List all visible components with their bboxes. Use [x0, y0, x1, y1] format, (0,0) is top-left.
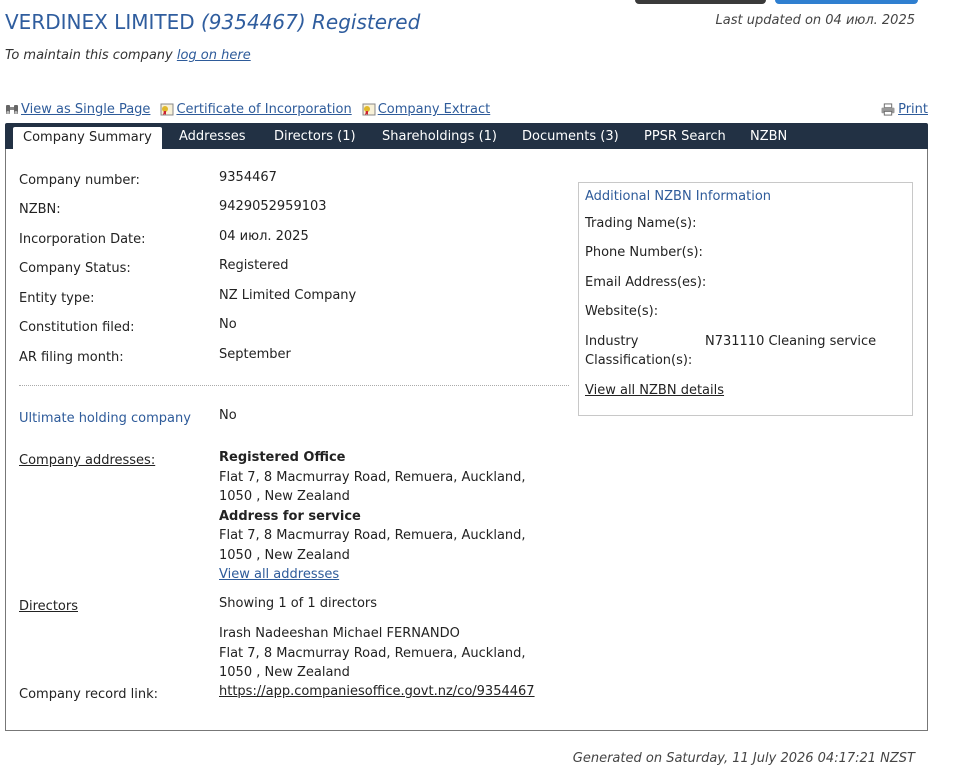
service-address-line1: Flat 7, 8 Macmurray Road, Remuera, Auckl… — [219, 528, 526, 543]
maintain-text: To maintain this company — [5, 48, 173, 63]
service-address-title: Address for service — [219, 508, 361, 524]
constitution-label: Constitution filed: — [19, 320, 135, 335]
ultimate-holding-label: Ultimate holding company — [19, 411, 191, 426]
maintain-note: To maintain this company log on here — [5, 48, 251, 63]
top-blue-button[interactable] — [775, 0, 918, 4]
nzbn-info-title: Additional NZBN Information — [585, 189, 772, 204]
industry-value: N731110 Cleaning service — [705, 334, 877, 349]
directors-showing: Showing 1 of 1 directors — [219, 596, 378, 611]
nzbn-value: 9429052959103 — [219, 199, 327, 214]
website-label: Website(s): — [585, 304, 659, 319]
record-link[interactable]: https://app.companiesoffice.govt.nz/co/9… — [219, 684, 535, 699]
tab-company-summary[interactable]: Company Summary — [13, 127, 162, 149]
nzbn-info-box: Additional NZBN Information Trading Name… — [578, 182, 913, 416]
company-number-value: 9354467 — [219, 170, 277, 185]
print-action[interactable]: Print — [880, 102, 928, 117]
view-single-page-link[interactable]: View as Single Page — [21, 102, 150, 117]
trading-name-label: Trading Name(s): — [585, 216, 697, 231]
constitution-value: No — [219, 317, 237, 332]
directors-link[interactable]: Directors — [19, 599, 78, 614]
page-title: VERDINEX LIMITED (9354467) Registered — [5, 10, 420, 34]
nzbn-label: NZBN: — [19, 202, 61, 217]
print-link[interactable]: Print — [898, 102, 928, 117]
view-all-addresses-link[interactable]: View all addresses — [219, 565, 526, 585]
top-dark-button[interactable] — [635, 0, 766, 4]
last-updated: Last updated on 04 июл. 2025 — [715, 13, 915, 28]
action-bar: View as Single Page Certificate of Incor… — [5, 102, 500, 117]
certificate-icon — [160, 103, 174, 116]
tab-ppsr-search[interactable]: PPSR Search — [644, 123, 726, 149]
extract-link[interactable]: Company Extract — [378, 102, 491, 117]
certificate-link[interactable]: Certificate of Incorporation — [176, 102, 351, 117]
certificate-action[interactable]: Certificate of Incorporation — [160, 102, 352, 117]
email-address-label: Email Address(es): — [585, 275, 707, 290]
tab-shareholdings[interactable]: Shareholdings (1) — [382, 123, 497, 149]
company-addresses-link[interactable]: Company addresses: — [19, 453, 155, 468]
industry-label-line2: Classification(s): — [585, 353, 693, 368]
tab-bar: Company Summary Addresses Directors (1) … — [5, 123, 928, 149]
company-status-label: Company Status: — [19, 261, 131, 276]
view-all-nzbn-link[interactable]: View all NZBN details — [585, 383, 724, 398]
registered-office-title: Registered Office — [219, 450, 346, 465]
company-number-label: Company number: — [19, 173, 140, 188]
director-address-line2: 1050 , New Zealand — [219, 665, 350, 680]
entity-type-value: NZ Limited Company — [219, 288, 357, 303]
director-block: Irash Nadeeshan Michael FERNANDO Flat 7,… — [219, 624, 526, 683]
registered-office-line2: 1050 , New Zealand — [219, 489, 350, 504]
extract-action[interactable]: Company Extract — [362, 102, 491, 117]
extract-icon — [362, 103, 376, 116]
generated-footer: Generated on Saturday, 11 July 2026 04:1… — [572, 751, 915, 766]
company-status-value: Registered — [219, 258, 289, 273]
logon-link[interactable]: log on here — [177, 48, 251, 63]
printer-icon — [881, 103, 895, 116]
view-single-page-action[interactable]: View as Single Page — [5, 102, 150, 117]
tab-documents[interactable]: Documents (3) — [522, 123, 619, 149]
service-address-line2: 1050 , New Zealand — [219, 547, 350, 563]
tab-directors[interactable]: Directors (1) — [274, 123, 356, 149]
addresses-block: Registered Office Flat 7, 8 Macmurray Ro… — [219, 448, 526, 585]
section-divider — [19, 385, 569, 386]
registered-office-line1: Flat 7, 8 Macmurray Road, Remuera, Auckl… — [219, 469, 526, 485]
company-name: VERDINEX LIMITED — [5, 10, 195, 34]
ar-filing-value: September — [219, 347, 291, 362]
incorporation-date-label: Incorporation Date: — [19, 232, 146, 247]
company-number-paren: (9354467) — [200, 10, 306, 34]
industry-label-line1: Industry — [585, 334, 639, 349]
record-link-label: Company record link: — [19, 687, 159, 702]
incorporation-date-value: 04 июл. 2025 — [219, 229, 309, 244]
director-name: Irash Nadeeshan Michael FERNANDO — [219, 626, 460, 641]
ar-filing-label: AR filing month: — [19, 350, 124, 365]
tab-nzbn[interactable]: NZBN — [750, 123, 787, 149]
tab-addresses[interactable]: Addresses — [179, 123, 246, 149]
ultimate-holding-value: No — [219, 408, 237, 423]
company-status-title: Registered — [312, 10, 421, 34]
director-address-line1: Flat 7, 8 Macmurray Road, Remuera, Auckl… — [219, 645, 526, 661]
entity-type-label: Entity type: — [19, 291, 95, 306]
phone-number-label: Phone Number(s): — [585, 245, 703, 260]
binoculars-icon — [6, 105, 18, 114]
